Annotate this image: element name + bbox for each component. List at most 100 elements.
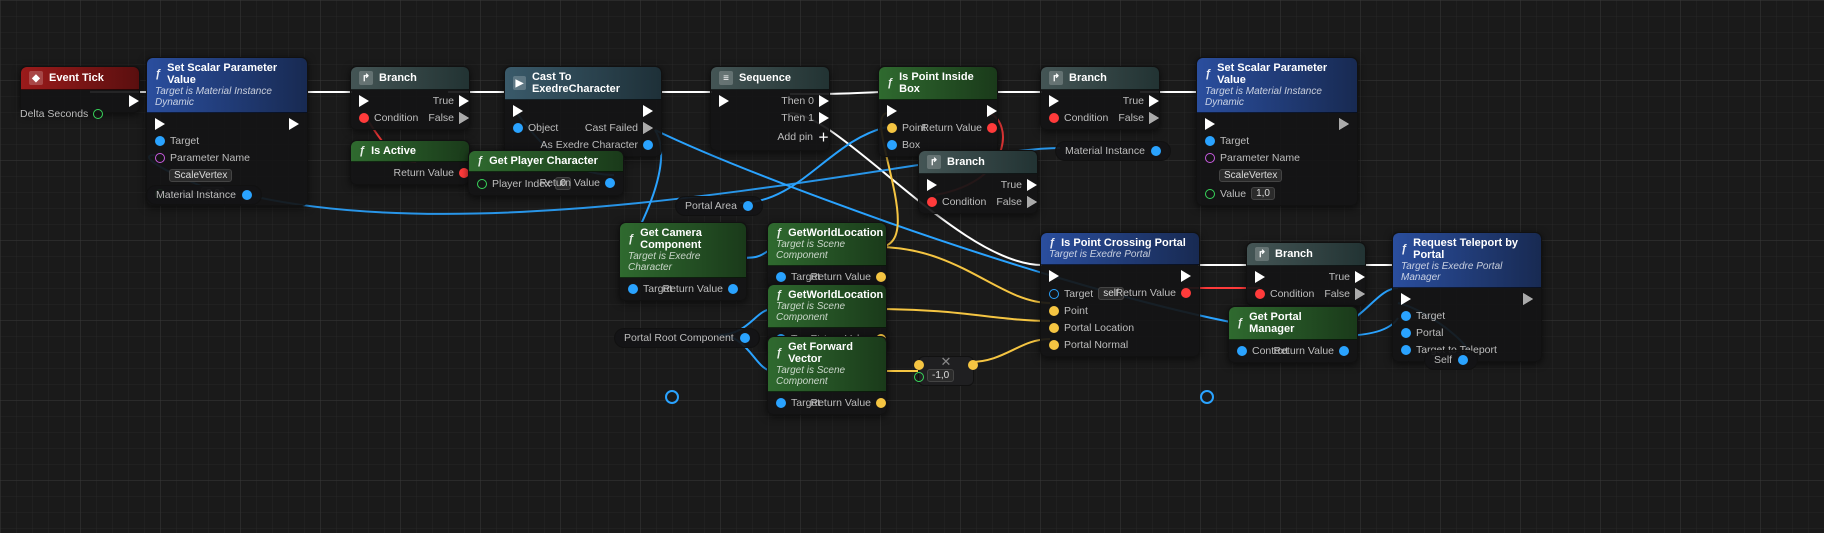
pill-self[interactable]: Self <box>1424 350 1478 370</box>
pill-portal-root-component[interactable]: Portal Root Component <box>614 328 760 348</box>
object-pin-icon[interactable] <box>728 284 738 294</box>
node-set-scalar-b[interactable]: ƒSet Scalar Parameter Value Target is Ma… <box>1196 57 1358 206</box>
pill-material-instance-a[interactable]: Material Instance <box>146 185 262 205</box>
object-pin-icon[interactable] <box>1205 136 1215 146</box>
exec-out-icon[interactable] <box>643 105 653 117</box>
node-is-active[interactable]: ƒIs Active Return Value <box>350 140 470 185</box>
exec-out-icon[interactable] <box>1149 112 1159 124</box>
exec-out-icon[interactable] <box>819 95 829 107</box>
exec-in-icon[interactable] <box>1049 95 1059 107</box>
exec-out-icon[interactable] <box>1149 95 1159 107</box>
bool-pin-icon[interactable] <box>1049 113 1059 123</box>
node-get-player-character[interactable]: ƒGet Player Character Player Index0 Retu… <box>468 150 624 196</box>
exec-in-icon[interactable] <box>513 105 523 117</box>
exec-out-icon[interactable] <box>459 95 469 107</box>
pill-portal-area[interactable]: Portal Area <box>675 196 763 216</box>
node-event-tick[interactable]: ◆ Event Tick <box>20 66 140 113</box>
exec-out-icon[interactable] <box>1181 270 1191 282</box>
exec-out-icon[interactable] <box>1523 293 1533 305</box>
object-pin-icon[interactable] <box>1339 346 1349 356</box>
float-pin-icon[interactable] <box>914 372 924 382</box>
reroute-node[interactable] <box>1200 390 1214 404</box>
add-pin-icon[interactable]: ＋ <box>818 129 829 145</box>
exec-in-icon[interactable] <box>927 179 937 191</box>
exec-out-icon[interactable] <box>1355 271 1365 283</box>
exec-out-icon[interactable] <box>129 95 139 107</box>
object-pin-icon[interactable] <box>1401 311 1411 321</box>
object-pin-icon[interactable] <box>155 136 165 146</box>
exec-out-icon[interactable] <box>289 118 299 130</box>
exec-in-icon[interactable] <box>887 105 897 117</box>
vector-pin-icon[interactable] <box>876 398 886 408</box>
function-icon: ƒ <box>776 289 782 301</box>
node-branch-c[interactable]: ↱Branch Condition True False <box>1040 66 1160 130</box>
node-get-forward-vector[interactable]: ƒGet Forward Vector Target is Scene Comp… <box>767 336 887 415</box>
node-branch-a[interactable]: ↱Branch Condition True False <box>350 66 470 130</box>
object-pin-icon[interactable] <box>887 140 897 150</box>
exec-out-icon[interactable] <box>1027 196 1037 208</box>
vector-pin-icon[interactable] <box>876 272 886 282</box>
node-request-teleport[interactable]: ƒRequest Teleport by Portal Target is Ex… <box>1392 232 1542 362</box>
exec-out-icon[interactable] <box>1355 288 1365 300</box>
vector-pin-icon[interactable] <box>1049 323 1059 333</box>
node-title: Is Point Inside Box <box>899 71 989 95</box>
object-pin-icon[interactable] <box>776 398 786 408</box>
node-title: GetWorldLocation <box>788 289 883 301</box>
object-pin-icon <box>1458 355 1468 365</box>
node-get-camera-component[interactable]: ƒGet Camera Component Target is Exedre C… <box>619 222 747 301</box>
object-pin-icon[interactable] <box>628 284 638 294</box>
node-is-point-inside-box[interactable]: ƒIs Point Inside Box Point Box Return Va… <box>878 66 998 157</box>
exec-out-icon[interactable] <box>459 112 469 124</box>
vector-pin-icon[interactable] <box>1049 306 1059 316</box>
object-pin-icon[interactable] <box>776 272 786 282</box>
bool-pin-icon[interactable] <box>927 197 937 207</box>
node-set-scalar-a[interactable]: ƒSet Scalar Parameter Value Target is Ma… <box>146 57 308 206</box>
param-name-value[interactable]: ScaleVertex <box>1219 169 1282 182</box>
pill-material-instance-b[interactable]: Material Instance <box>1055 141 1171 161</box>
exec-in-icon[interactable] <box>719 95 729 107</box>
exec-out-icon[interactable] <box>987 105 997 117</box>
exec-out-icon[interactable] <box>819 112 829 124</box>
vector-pin-icon[interactable] <box>887 123 897 133</box>
node-cast-exedre[interactable]: ▶Cast To ExedreCharacter Object Cast Fai… <box>504 66 662 157</box>
bool-pin-icon[interactable] <box>359 113 369 123</box>
bool-pin-icon[interactable] <box>1181 288 1191 298</box>
reroute-node[interactable] <box>665 390 679 404</box>
object-pin-icon[interactable] <box>1401 345 1411 355</box>
object-pin-icon[interactable] <box>605 178 615 188</box>
bool-pin-icon[interactable] <box>1255 289 1265 299</box>
param-name-value[interactable]: ScaleVertex <box>169 169 232 182</box>
bool-pin-icon[interactable] <box>987 123 997 133</box>
exec-out-icon[interactable] <box>1339 118 1349 130</box>
int-pin-icon[interactable] <box>477 179 487 189</box>
exec-out-icon[interactable] <box>1027 179 1037 191</box>
multiply-scalar-value[interactable]: -1,0 <box>927 369 954 382</box>
object-pin-icon[interactable] <box>513 123 523 133</box>
vector-pin-icon[interactable] <box>968 360 978 370</box>
node-branch-b[interactable]: ↱Branch Condition True False <box>918 150 1038 214</box>
exec-in-icon[interactable] <box>359 95 369 107</box>
node-sequence[interactable]: ≡Sequence Then 0 Then 1 Add pin＋ <box>710 66 830 151</box>
node-is-point-crossing-portal[interactable]: ƒIs Point Crossing Portal Target is Exed… <box>1040 232 1200 357</box>
node-multiply-vector-float[interactable]: ✕ -1,0 <box>918 356 974 386</box>
object-pin-icon[interactable] <box>1049 289 1059 299</box>
node-getworldlocation-a[interactable]: ƒGetWorldLocation Target is Scene Compon… <box>767 222 887 289</box>
exec-in-icon[interactable] <box>1255 271 1265 283</box>
object-pin-icon[interactable] <box>1237 346 1247 356</box>
node-get-portal-manager[interactable]: ƒGet Portal Manager Context Return Value <box>1228 306 1358 363</box>
name-pin-icon[interactable] <box>155 153 165 163</box>
exec-out-icon[interactable] <box>643 122 653 134</box>
name-pin-icon[interactable] <box>1205 153 1215 163</box>
vector-pin-icon[interactable] <box>1049 340 1059 350</box>
exec-in-icon[interactable] <box>1049 270 1059 282</box>
exec-in-icon[interactable] <box>1205 118 1215 130</box>
pin-delta-seconds[interactable]: Delta Seconds <box>20 108 103 120</box>
float-pin-icon[interactable] <box>1205 189 1215 199</box>
object-pin-icon[interactable] <box>643 140 653 150</box>
exec-in-icon[interactable] <box>155 118 165 130</box>
exec-in-icon[interactable] <box>1401 293 1411 305</box>
object-pin-icon[interactable] <box>1401 328 1411 338</box>
vector-pin-icon[interactable] <box>914 360 924 370</box>
value-value[interactable]: 1,0 <box>1251 187 1275 200</box>
node-branch-d[interactable]: ↱Branch Condition True False <box>1246 242 1366 306</box>
